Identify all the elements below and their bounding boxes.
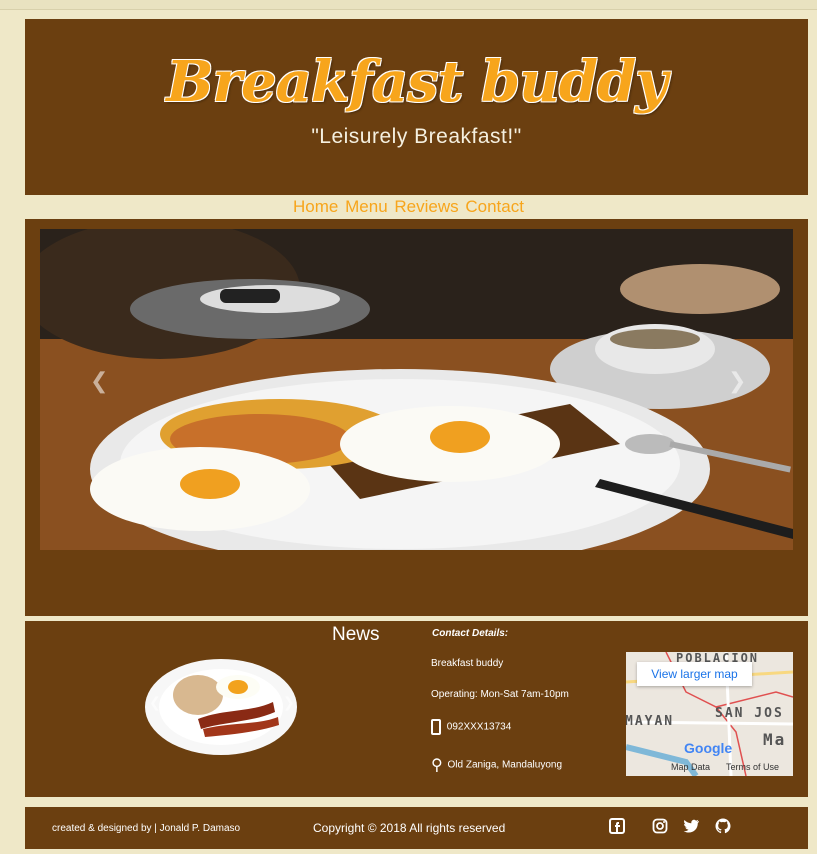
carousel-prev-button[interactable]: ❮	[90, 369, 108, 394]
chevron-right-icon: ❯	[283, 695, 295, 711]
github-icon	[715, 818, 731, 834]
contact-hours: Operating: Mon-Sat 7am-10pm	[431, 689, 569, 700]
site-header: Breakfast buddy "Leisurely Breakfast!"	[25, 19, 808, 195]
map-label-san-jose: SAN JOS	[715, 706, 784, 721]
map-label-ma: Ma	[763, 730, 787, 749]
news-title: News	[332, 624, 380, 645]
hero-breakfast-image	[40, 229, 793, 550]
hero-breakfast-illustration	[40, 229, 793, 550]
twitter-link[interactable]	[683, 818, 701, 836]
news-prev-button[interactable]: ❮	[149, 695, 161, 711]
facebook-icon	[609, 818, 625, 834]
nav-menu-link[interactable]: Menu	[345, 197, 388, 216]
chevron-left-icon: ❮	[149, 695, 161, 711]
chevron-right-icon: ❯	[728, 369, 747, 394]
contact-phone-row: 092XXX13734	[431, 719, 511, 735]
github-link[interactable]	[715, 818, 733, 836]
carousel-next-button[interactable]: ❯	[728, 369, 746, 394]
hero-carousel: ❮ ❯	[25, 219, 808, 616]
instagram-icon	[652, 818, 668, 834]
contact-address: Old Zaniga, Mandaluyong	[447, 759, 563, 771]
instagram-link[interactable]	[652, 818, 670, 836]
phone-icon	[431, 719, 441, 735]
news-next-button[interactable]: ❯	[283, 695, 295, 711]
map-data-link[interactable]: Map Data	[671, 762, 710, 772]
footer-copyright: Copyright © 2018 All rights reserved	[313, 821, 506, 835]
google-logo: Google	[684, 740, 733, 756]
top-strip	[0, 0, 817, 10]
twitter-icon	[683, 819, 699, 833]
map-terms-link[interactable]: Terms of Use	[726, 762, 779, 772]
map-label-mayan: MAYAN	[626, 714, 675, 729]
contact-name: Breakfast buddy	[431, 658, 504, 669]
map-marker-icon: ⚲	[431, 757, 443, 774]
embedded-map[interactable]: POBLACION MAYAN SAN JOS Ma View larger m…	[626, 652, 793, 776]
news-food-illustration	[145, 659, 297, 755]
nav-home-link[interactable]: Home	[293, 197, 338, 216]
facebook-link[interactable]	[609, 818, 627, 836]
view-larger-map-link[interactable]: View larger map	[637, 662, 752, 686]
main-nav: Home Menu Reviews Contact	[0, 197, 817, 217]
nav-reviews-link[interactable]: Reviews	[394, 197, 458, 216]
contact-heading: Contact Details:	[432, 628, 509, 639]
footer-credit: created & designed by | Jonald P. Damaso	[52, 823, 241, 834]
nav-contact-link[interactable]: Contact	[465, 197, 524, 216]
info-section: News ❮ ❯ Contact Details: Breakfast budd…	[25, 621, 808, 797]
site-title: Breakfast buddy	[166, 49, 668, 115]
site-tagline: "Leisurely Breakfast!"	[311, 125, 522, 148]
contact-address-row: ⚲ Old Zaniga, Mandaluyong	[431, 755, 562, 775]
contact-phone: 092XXX13734	[446, 721, 512, 733]
chevron-left-icon: ❮	[90, 369, 109, 394]
news-carousel-image: ❮ ❯	[143, 657, 301, 757]
site-footer: created & designed by | Jonald P. Damaso…	[25, 807, 808, 849]
